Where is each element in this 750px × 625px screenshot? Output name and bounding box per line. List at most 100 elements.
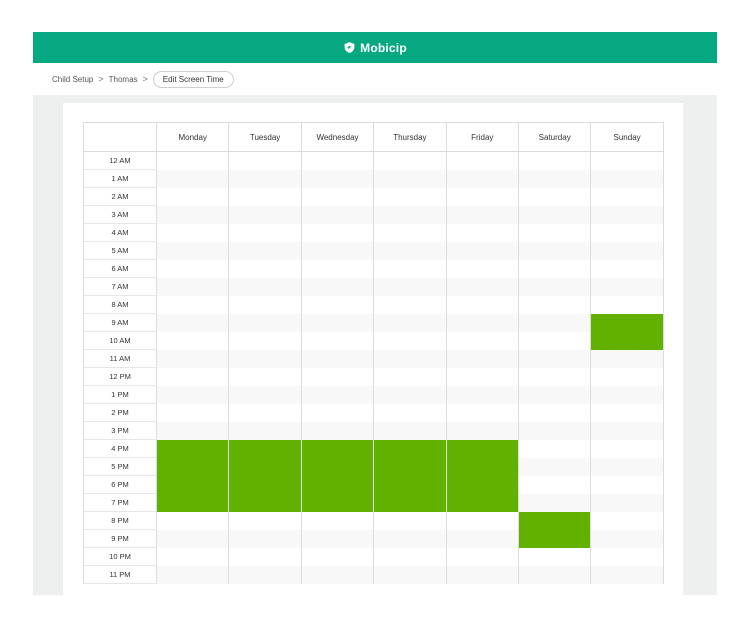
time-slot-tuesday-4-am[interactable] — [229, 224, 302, 242]
time-slot-saturday-7-pm[interactable] — [519, 494, 592, 512]
time-slot-monday-12-am[interactable] — [157, 152, 230, 170]
time-slot-thursday-10-pm[interactable] — [374, 548, 447, 566]
time-slot-thursday-10-am[interactable] — [374, 332, 447, 350]
time-slot-thursday-4-pm[interactable] — [374, 440, 447, 458]
time-slot-tuesday-7-am[interactable] — [229, 278, 302, 296]
time-slot-sunday-9-pm[interactable] — [591, 530, 664, 548]
time-slot-wednesday-2-am[interactable] — [302, 188, 375, 206]
time-slot-sunday-6-am[interactable] — [591, 260, 664, 278]
time-slot-tuesday-1-am[interactable] — [229, 170, 302, 188]
time-slot-wednesday-7-am[interactable] — [301, 278, 375, 296]
time-slot-wednesday-10-am[interactable] — [302, 332, 375, 350]
time-slot-thursday-12-pm[interactable] — [374, 368, 447, 386]
time-slot-sunday-3-pm[interactable] — [591, 422, 664, 440]
time-slot-friday-8-am[interactable] — [447, 296, 519, 314]
time-slot-friday-1-pm[interactable] — [446, 386, 519, 404]
time-slot-saturday-11-pm[interactable] — [519, 566, 592, 584]
time-slot-sunday-1-am[interactable] — [591, 170, 664, 188]
time-slot-saturday-9-pm[interactable] — [519, 530, 592, 548]
time-slot-thursday-1-pm[interactable] — [374, 386, 447, 404]
time-slot-sunday-12-pm[interactable] — [591, 368, 664, 386]
time-slot-monday-5-pm[interactable] — [157, 458, 230, 476]
time-slot-friday-2-am[interactable] — [447, 188, 519, 206]
time-slot-saturday-7-am[interactable] — [519, 278, 592, 296]
time-slot-wednesday-11-am[interactable] — [301, 350, 375, 368]
time-slot-wednesday-7-pm[interactable] — [301, 494, 375, 512]
time-slot-tuesday-2-pm[interactable] — [229, 404, 302, 422]
time-slot-saturday-4-pm[interactable] — [519, 440, 592, 458]
time-slot-monday-1-am[interactable] — [157, 170, 230, 188]
time-slot-monday-11-am[interactable] — [157, 350, 230, 368]
time-slot-thursday-1-am[interactable] — [374, 170, 447, 188]
time-slot-saturday-3-pm[interactable] — [519, 422, 592, 440]
time-slot-sunday-2-am[interactable] — [591, 188, 664, 206]
time-slot-wednesday-12-pm[interactable] — [302, 368, 375, 386]
time-slot-monday-6-pm[interactable] — [157, 476, 230, 494]
time-slot-tuesday-3-am[interactable] — [229, 206, 302, 224]
time-slot-wednesday-8-am[interactable] — [302, 296, 375, 314]
time-slot-wednesday-5-am[interactable] — [301, 242, 375, 260]
time-slot-wednesday-1-am[interactable] — [301, 170, 375, 188]
breadcrumb-child-setup[interactable]: Child Setup — [52, 75, 93, 84]
time-slot-wednesday-8-pm[interactable] — [302, 512, 375, 530]
time-slot-thursday-3-am[interactable] — [374, 206, 447, 224]
time-slot-friday-3-am[interactable] — [446, 206, 519, 224]
time-slot-thursday-5-am[interactable] — [374, 242, 447, 260]
time-slot-monday-10-am[interactable] — [157, 332, 230, 350]
time-slot-wednesday-9-am[interactable] — [301, 314, 375, 332]
time-slot-tuesday-5-pm[interactable] — [229, 458, 302, 476]
time-slot-saturday-8-pm[interactable] — [519, 512, 592, 530]
time-slot-sunday-7-pm[interactable] — [591, 494, 664, 512]
time-slot-sunday-10-pm[interactable] — [591, 548, 664, 566]
time-slot-monday-1-pm[interactable] — [157, 386, 230, 404]
time-slot-tuesday-8-am[interactable] — [229, 296, 302, 314]
time-slot-wednesday-2-pm[interactable] — [302, 404, 375, 422]
time-slot-sunday-5-am[interactable] — [591, 242, 664, 260]
time-slot-thursday-11-pm[interactable] — [374, 566, 447, 584]
brand-logo[interactable]: Mobicip — [343, 41, 407, 55]
time-slot-monday-7-pm[interactable] — [157, 494, 230, 512]
time-slot-saturday-6-pm[interactable] — [519, 476, 592, 494]
time-slot-thursday-6-pm[interactable] — [374, 476, 447, 494]
time-slot-friday-7-am[interactable] — [446, 278, 519, 296]
time-slot-wednesday-12-am[interactable] — [302, 152, 375, 170]
time-slot-wednesday-11-pm[interactable] — [301, 566, 375, 584]
time-slot-sunday-1-pm[interactable] — [591, 386, 664, 404]
time-slot-saturday-2-pm[interactable] — [519, 404, 592, 422]
time-slot-thursday-11-am[interactable] — [374, 350, 447, 368]
time-slot-thursday-8-pm[interactable] — [374, 512, 447, 530]
time-slot-monday-3-pm[interactable] — [157, 422, 230, 440]
time-slot-tuesday-8-pm[interactable] — [229, 512, 302, 530]
time-slot-saturday-3-am[interactable] — [519, 206, 592, 224]
time-slot-friday-1-am[interactable] — [446, 170, 519, 188]
time-slot-friday-8-pm[interactable] — [447, 512, 519, 530]
time-slot-friday-4-pm[interactable] — [446, 440, 519, 458]
time-slot-friday-6-pm[interactable] — [446, 476, 519, 494]
time-slot-thursday-7-am[interactable] — [374, 278, 447, 296]
time-slot-tuesday-7-pm[interactable] — [229, 494, 302, 512]
time-slot-tuesday-12-pm[interactable] — [229, 368, 302, 386]
time-slot-monday-11-pm[interactable] — [157, 566, 230, 584]
time-slot-sunday-9-am[interactable] — [591, 314, 664, 332]
time-slot-thursday-2-am[interactable] — [374, 188, 447, 206]
time-slot-wednesday-10-pm[interactable] — [302, 548, 375, 566]
time-slot-wednesday-3-am[interactable] — [301, 206, 375, 224]
time-slot-tuesday-11-am[interactable] — [229, 350, 302, 368]
time-slot-friday-3-pm[interactable] — [446, 422, 519, 440]
time-slot-friday-4-am[interactable] — [447, 224, 519, 242]
time-slot-saturday-8-am[interactable] — [519, 296, 592, 314]
time-slot-wednesday-9-pm[interactable] — [301, 530, 375, 548]
time-slot-tuesday-6-am[interactable] — [229, 260, 302, 278]
time-slot-friday-11-pm[interactable] — [446, 566, 519, 584]
time-slot-monday-10-pm[interactable] — [157, 548, 230, 566]
time-slot-monday-4-am[interactable] — [157, 224, 230, 242]
time-slot-monday-8-pm[interactable] — [157, 512, 230, 530]
time-slot-thursday-8-am[interactable] — [374, 296, 447, 314]
time-slot-tuesday-1-pm[interactable] — [229, 386, 302, 404]
time-slot-saturday-11-am[interactable] — [519, 350, 592, 368]
time-slot-tuesday-9-am[interactable] — [229, 314, 302, 332]
time-slot-tuesday-10-pm[interactable] — [229, 548, 302, 566]
time-slot-tuesday-4-pm[interactable] — [229, 440, 302, 458]
time-slot-saturday-12-pm[interactable] — [519, 368, 592, 386]
time-slot-saturday-5-pm[interactable] — [519, 458, 592, 476]
